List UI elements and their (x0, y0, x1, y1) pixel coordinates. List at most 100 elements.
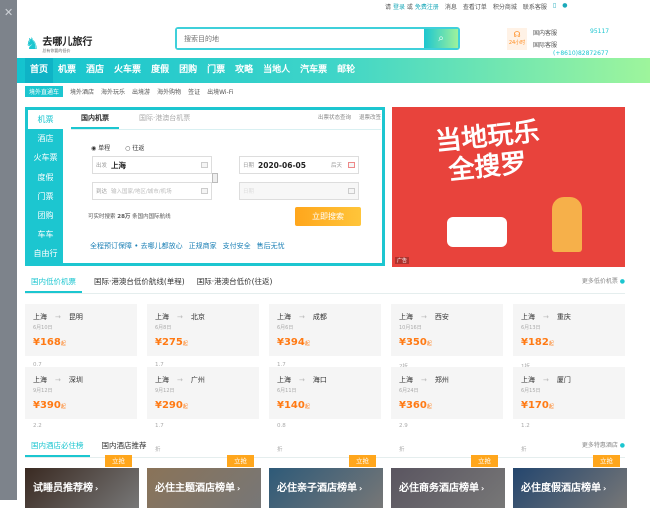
tab-hotel-must[interactable]: 国内酒店必住榜 (25, 440, 90, 457)
flight-date: 6月10日 (33, 325, 53, 331)
search-flights-button[interactable]: 立即搜索 (295, 207, 361, 226)
nav-item[interactable]: 度假 (146, 58, 174, 83)
flight-card[interactable]: 上海 → 郑州 6月24日 ¥360起 (391, 367, 503, 419)
nav-item[interactable]: 汽车票 (295, 58, 332, 83)
search-input[interactable] (177, 29, 424, 48)
hotel-card[interactable]: 必住主题酒店榜单 › (147, 468, 261, 508)
flight-card[interactable]: 上海 → 昆明 6月10日 ¥168起 (25, 304, 137, 356)
flight-card[interactable]: 上海 → 北京 6月8日 ¥275起 (147, 304, 259, 356)
subnav-item[interactable]: 海外玩乐 (101, 87, 125, 96)
to-placeholder: 输入国家/地区/城市/机场 (111, 189, 172, 195)
close-icon[interactable]: ✕ (4, 6, 13, 19)
route: 上海 → 郑州 (399, 375, 495, 385)
subnav-item[interactable]: 签证 (188, 87, 200, 96)
price-value: 275 (161, 337, 183, 348)
logo[interactable]: ♞ 去哪儿旅行 总有你要的低价 (25, 33, 92, 54)
side-item[interactable]: 自由行 (28, 244, 63, 263)
flight-card[interactable]: 上海 → 成都 6月6日 ¥394起 (269, 304, 381, 356)
intl-phone: (+8610)82872677 (553, 50, 609, 57)
hotel-card[interactable]: 必住商务酒店榜单 › (391, 468, 505, 508)
subnav-item[interactable]: 海外购物 (157, 87, 181, 96)
to-city: 厦门 (556, 376, 571, 384)
date-hint: 后天 (330, 163, 342, 169)
nav-item[interactable]: 邮轮 (332, 58, 360, 83)
orders-menu[interactable]: 查看订单 (463, 2, 487, 11)
grab-badge[interactable]: 立抢 (349, 455, 376, 467)
side-item[interactable]: 火车票 (28, 148, 63, 167)
points-link[interactable]: 积分商城 (493, 2, 517, 11)
date-label: 日期 (243, 163, 255, 169)
swap-icon[interactable] (212, 173, 218, 183)
nav-item[interactable]: 当地人 (258, 58, 295, 83)
grab-badge[interactable]: 立抢 (593, 455, 620, 467)
ad-banner[interactable]: 当地玩乐 全搜罗 广告 (392, 107, 625, 267)
domestic-label: 国内客服 (533, 30, 558, 37)
calendar-icon (348, 162, 355, 168)
logo-slogan: 总有你要的低价 (42, 48, 71, 53)
nav-item[interactable]: 火车票 (109, 58, 146, 83)
panel-sidebar: 机票 酒店 火车票 度假 门票 团购 车车 自由行 (28, 110, 63, 263)
contact-link[interactable]: 联系客服 (523, 2, 547, 11)
nav-item[interactable]: 机票 (53, 58, 81, 83)
subnav-item[interactable]: 境外酒店 (70, 87, 94, 96)
price: ¥390起 (33, 400, 129, 411)
subnav-item[interactable]: 出境游 (132, 87, 150, 96)
radio-oneway[interactable]: ◉ 单程 (91, 143, 110, 152)
tab-domestic[interactable]: 国内机票 (71, 113, 119, 129)
hotel-card[interactable]: 必住亲子酒店榜单 › (269, 468, 383, 508)
flight-card[interactable]: 上海 → 海口 6月11日 ¥140起 (269, 367, 381, 419)
to-field[interactable]: 到达 输入国家/地区/城市/机场 (92, 182, 212, 200)
flight-card[interactable]: 上海 → 重庆 6月13日 ¥182起 (513, 304, 625, 356)
nav-item[interactable]: 门票 (202, 58, 230, 83)
discount: 2.9 (399, 423, 408, 429)
discount: 1.2 (521, 423, 530, 429)
yen-sign: ¥ (521, 337, 528, 348)
grab-badge[interactable]: 立抢 (471, 455, 498, 467)
side-item[interactable]: 度假 (28, 168, 63, 187)
nav-item[interactable]: 首页 (25, 58, 54, 83)
mobile-icon[interactable]: ▯ (553, 2, 556, 11)
tab-intl-roundtrip[interactable]: 国际·港澳台低价(往返) (197, 276, 273, 293)
flight-card[interactable]: 上海 → 厦门 6月15日 ¥170起 (513, 367, 625, 419)
grab-badge[interactable]: 立抢 (227, 455, 254, 467)
tab-international[interactable]: 国际·港澳台机票 (139, 113, 190, 129)
weibo-icon[interactable]: ● (562, 2, 567, 11)
side-item[interactable]: 团购 (28, 206, 63, 225)
search-button[interactable]: ⌕ (424, 29, 458, 48)
arrow-icon: → (543, 376, 549, 384)
tab-intl-oneway[interactable]: 国际·港澳台低价航线(单程) (94, 276, 185, 293)
ad-label: 广告 (395, 257, 410, 264)
traveler-illustration (552, 197, 582, 252)
nav-item[interactable]: 团购 (174, 58, 202, 83)
return-date-field[interactable]: 日期 (239, 182, 359, 200)
tab-domestic-deals[interactable]: 国内低价机票 (25, 276, 82, 293)
grab-badge[interactable]: 立抢 (105, 455, 132, 467)
side-item[interactable]: 车车 (28, 225, 63, 244)
register-link[interactable]: 免费注册 (415, 4, 439, 11)
more-flights-link[interactable]: 更多低价机票 ● (582, 276, 625, 293)
hotel-card[interactable]: 必住度假酒店榜单 › (513, 468, 627, 508)
side-item[interactable]: 机票 (28, 110, 63, 130)
radio-roundtrip[interactable]: ○ 往返 (125, 143, 144, 152)
ticket-status-link[interactable]: 出票状态查询 (318, 113, 351, 129)
flight-card[interactable]: 上海 → 广州 9月12日 ¥290起 (147, 367, 259, 419)
from-city: 上海 (277, 376, 291, 384)
guarantee-item: 支付安全 (222, 242, 251, 250)
calendar-icon (201, 162, 208, 168)
nav-item[interactable]: 攻略 (230, 58, 258, 83)
flight-card[interactable]: 上海 → 深圳 9月12日 ¥390起 (25, 367, 137, 419)
side-item[interactable]: 门票 (28, 187, 63, 206)
messages-menu[interactable]: 消息 (445, 2, 457, 11)
nav-item[interactable]: 酒店 (81, 58, 109, 83)
subnav-item[interactable]: 出境Wi-Fi (207, 87, 233, 96)
login-link[interactable]: 登录 (393, 4, 405, 11)
hotel-card[interactable]: 试睡员推荐榜 › (25, 468, 139, 508)
refund-link[interactable]: 退票改签 (359, 113, 381, 129)
return-label: 日期 (243, 189, 255, 195)
from-city: 上海 (33, 376, 47, 384)
date-field[interactable]: 日期 2020-06-05 后天 (239, 156, 359, 174)
from-field[interactable]: 出发 上海 (92, 156, 212, 174)
panel-tabs: 国内机票 国际·港澳台机票 出票状态查询 退票改签 (71, 113, 381, 130)
side-item[interactable]: 酒店 (28, 129, 63, 148)
flight-card[interactable]: 上海 → 西安 10月16日 ¥350起 (391, 304, 503, 356)
